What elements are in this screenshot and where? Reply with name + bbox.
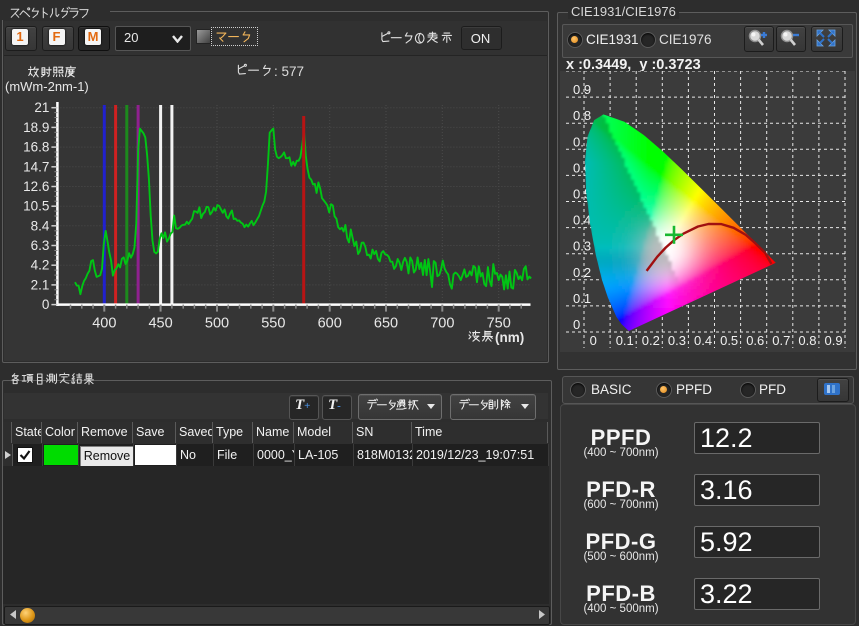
svg-text:550: 550 (261, 316, 285, 332)
svg-text:14.7: 14.7 (23, 159, 49, 174)
svg-text:4.2: 4.2 (31, 258, 50, 273)
svg-text:0.9: 0.9 (825, 333, 843, 348)
svg-text:500: 500 (205, 316, 229, 332)
svg-text:600: 600 (318, 316, 342, 332)
svg-text:0.3: 0.3 (668, 333, 686, 348)
svg-text:12.6: 12.6 (23, 179, 49, 194)
svg-text:400: 400 (92, 316, 116, 332)
svg-text:18.9: 18.9 (23, 120, 49, 135)
svg-text:21: 21 (34, 100, 49, 115)
svg-text:0.1: 0.1 (616, 333, 634, 348)
svg-text:2.1: 2.1 (31, 277, 50, 292)
svg-text:0.5: 0.5 (720, 333, 738, 348)
svg-text:0.7: 0.7 (772, 333, 790, 348)
svg-text:0: 0 (590, 333, 597, 348)
svg-text:450: 450 (148, 316, 172, 332)
svg-text:0.8: 0.8 (573, 108, 591, 123)
svg-text:16.8: 16.8 (23, 140, 49, 155)
svg-text:10.5: 10.5 (23, 199, 49, 214)
svg-text:6.3: 6.3 (31, 238, 50, 253)
svg-text:0: 0 (42, 297, 50, 312)
svg-text:0.1: 0.1 (573, 291, 591, 306)
svg-text:0: 0 (573, 317, 580, 332)
svg-text:0.9: 0.9 (573, 82, 591, 97)
svg-text:0.2: 0.2 (573, 265, 591, 280)
svg-text:0.4: 0.4 (694, 333, 712, 348)
svg-text:0.3: 0.3 (573, 239, 591, 254)
svg-text:0.6: 0.6 (746, 333, 764, 348)
svg-text:0.8: 0.8 (798, 333, 816, 348)
svg-text:700: 700 (430, 316, 454, 332)
svg-text:0.2: 0.2 (642, 333, 660, 348)
svg-text:8.4: 8.4 (31, 218, 50, 233)
svg-text:0.4: 0.4 (573, 213, 591, 228)
svg-text:650: 650 (374, 316, 398, 332)
